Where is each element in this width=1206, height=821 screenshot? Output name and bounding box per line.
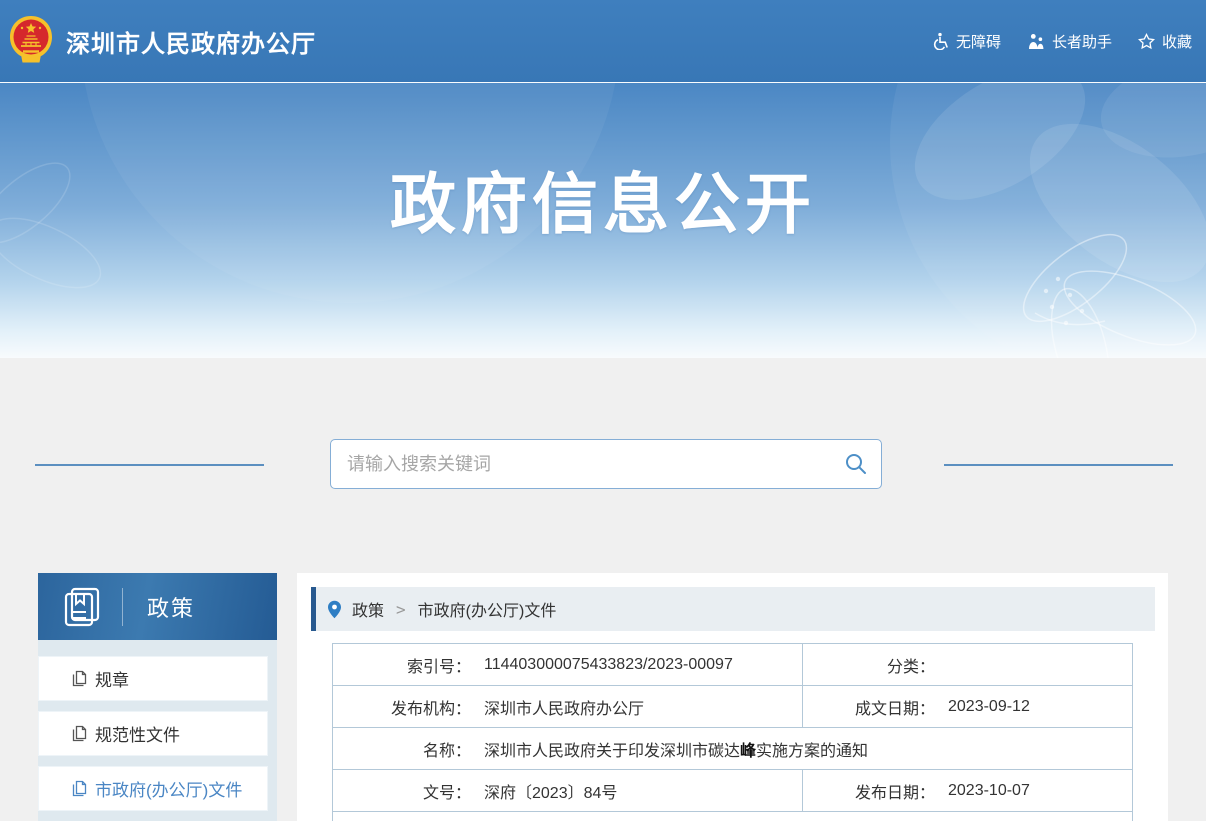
policy-book-icon <box>60 585 104 629</box>
written-date-label: 成文日期： <box>803 695 935 719</box>
table-row: 名称： 深圳市人民政府关于印发深圳市碳达峰实施方案的通知 <box>333 728 1132 770</box>
written-date-cell: 成文日期： 2023-09-12 <box>803 686 1132 727</box>
publish-date-label: 发布日期： <box>803 779 935 803</box>
topbar: 深圳市人民政府办公厅 无障碍 长者助手 <box>0 0 1206 82</box>
category-label: 分类： <box>803 653 935 677</box>
page-title: 政府信息公开 <box>0 83 1206 247</box>
table-row-partial <box>333 812 1132 821</box>
index-number-cell: 索引号： 114403000075433823/2023-00097 <box>333 644 803 685</box>
header-divider <box>122 588 123 626</box>
category-cell: 分类： <box>803 644 1132 685</box>
decorative-line-right <box>944 464 1173 466</box>
document-name-cell: 名称： 深圳市人民政府关于印发深圳市碳达峰实施方案的通知 <box>333 728 1132 769</box>
sidebar-menu: 规章 规范性文件 市政府(办公厅)文件 <box>38 640 277 821</box>
document-info-table: 索引号： 114403000075433823/2023-00097 分类： 发… <box>332 643 1133 821</box>
publish-date-cell: 发布日期： 2023-10-07 <box>803 770 1132 811</box>
index-number-label: 索引号： <box>333 653 471 677</box>
accessibility-label: 无障碍 <box>956 31 1001 52</box>
sidebar-item-label: 规章 <box>95 666 129 691</box>
search-box <box>330 439 882 489</box>
accessibility-link[interactable]: 无障碍 <box>932 31 1001 52</box>
favorite-link[interactable]: 收藏 <box>1138 31 1192 52</box>
index-number-value: 114403000075433823/2023-00097 <box>471 656 733 674</box>
sidebar-item-municipal-government-documents[interactable]: 市政府(办公厅)文件 <box>38 766 268 811</box>
star-icon <box>1138 33 1155 50</box>
sidebar-header-label: 政策 <box>147 591 195 623</box>
written-date-value: 2023-09-12 <box>935 698 1030 716</box>
elder-assist-icon <box>1027 33 1045 50</box>
sidebar-header: 政策 <box>38 573 277 640</box>
breadcrumb-current[interactable]: 市政府(办公厅)文件 <box>418 597 557 621</box>
agency-cell: 发布机构： 深圳市人民政府办公厅 <box>333 686 803 727</box>
sidebar-item-regulations[interactable]: 规章 <box>38 656 268 701</box>
search-button[interactable] <box>831 440 881 488</box>
favorite-label: 收藏 <box>1162 31 1192 52</box>
document-icon <box>72 780 87 797</box>
doc-number-value: 深府〔2023〕84号 <box>471 779 617 803</box>
table-row: 发布机构： 深圳市人民政府办公厅 成文日期： 2023-09-12 <box>333 686 1132 728</box>
sidebar-item-normative-documents[interactable]: 规范性文件 <box>38 711 268 756</box>
table-row: 文号： 深府〔2023〕84号 发布日期： 2023-10-07 <box>333 770 1132 812</box>
topbar-links: 无障碍 长者助手 收藏 <box>932 31 1192 52</box>
breadcrumb-separator: > <box>396 600 406 619</box>
sidebar: 政策 规章 规范性文件 <box>38 573 277 821</box>
breadcrumb-root[interactable]: 政策 <box>352 597 384 621</box>
name-prefix: 深圳市人民政府关于印发深圳市碳达 <box>484 743 740 760</box>
sidebar-item-label: 市政府(办公厅)文件 <box>95 776 242 801</box>
agency-label: 发布机构： <box>333 695 471 719</box>
accessibility-icon <box>932 32 949 50</box>
document-icon <box>72 670 87 687</box>
search-icon <box>844 452 868 476</box>
banner: 政府信息公开 <box>0 82 1206 358</box>
table-row: 索引号： 114403000075433823/2023-00097 分类： <box>333 644 1132 686</box>
doc-number-label: 文号： <box>333 779 471 803</box>
document-name-label: 名称： <box>333 737 471 761</box>
elder-assist-label: 长者助手 <box>1052 31 1112 52</box>
location-pin-icon <box>327 600 342 619</box>
national-emblem-icon <box>8 15 54 67</box>
elder-assist-link[interactable]: 长者助手 <box>1027 31 1112 52</box>
publish-date-value: 2023-10-07 <box>935 782 1030 800</box>
search-input[interactable] <box>331 440 831 488</box>
breadcrumb: 政策 > 市政府(办公厅)文件 <box>311 587 1155 631</box>
sidebar-item-label: 规范性文件 <box>95 721 180 746</box>
site-title[interactable]: 深圳市人民政府办公厅 <box>66 24 316 59</box>
agency-value: 深圳市人民政府办公厅 <box>471 695 644 719</box>
doc-number-cell: 文号： 深府〔2023〕84号 <box>333 770 803 811</box>
document-icon <box>72 725 87 742</box>
document-name-value: 深圳市人民政府关于印发深圳市碳达峰实施方案的通知 <box>471 737 868 761</box>
name-highlighted-keyword: 峰 <box>740 743 756 760</box>
name-suffix: 实施方案的通知 <box>756 743 868 760</box>
empty-cell <box>333 812 1132 821</box>
decorative-line-left <box>35 464 264 466</box>
main-panel: 政策 > 市政府(办公厅)文件 索引号： 114403000075433823/… <box>297 573 1168 821</box>
